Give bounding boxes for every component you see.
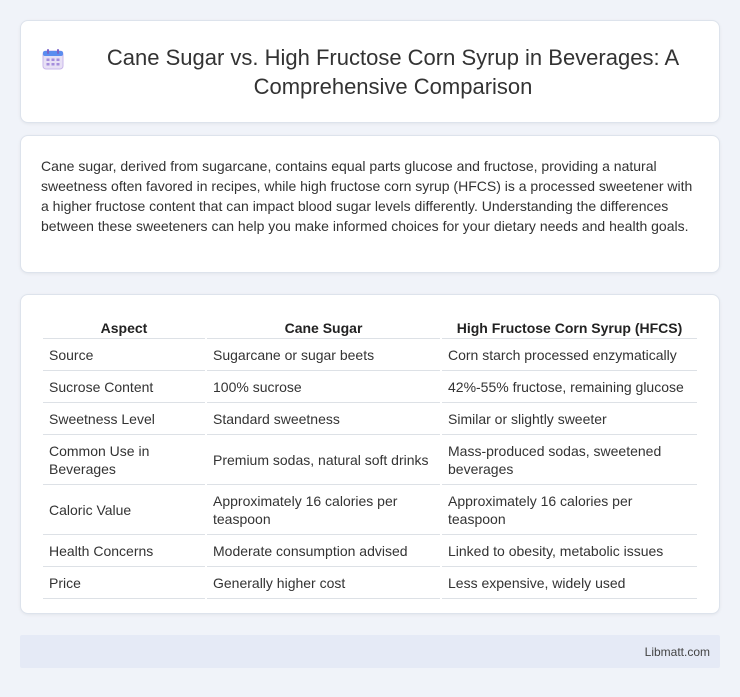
header-cane-sugar: Cane Sugar: [207, 317, 440, 339]
table-row: Health Concerns Moderate consumption adv…: [43, 535, 697, 567]
page-title: Cane Sugar vs. High Fructose Corn Syrup …: [106, 44, 680, 99]
row-cane-sugar: Premium sodas, natural soft drinks: [207, 435, 440, 485]
row-hfcs: Mass-produced sodas, sweetened beverages: [442, 435, 697, 485]
footer-brand[interactable]: Libmatt.com: [645, 645, 710, 659]
row-hfcs: Linked to obesity, metabolic issues: [442, 535, 697, 567]
row-hfcs: Less expensive, widely used: [442, 567, 697, 599]
table-row: Price Generally higher cost Less expensi…: [43, 567, 697, 599]
intro-paragraph: Cane sugar, derived from sugarcane, cont…: [41, 158, 693, 234]
table-row: Caloric Value Approximately 16 calories …: [43, 485, 697, 535]
calendar-icon: [41, 47, 65, 71]
table-row: Sweetness Level Standard sweetness Simil…: [43, 403, 697, 435]
row-cane-sugar: Approximately 16 calories per teaspoon: [207, 485, 440, 535]
title-card: Cane Sugar vs. High Fructose Corn Syrup …: [20, 20, 720, 123]
footer-bar: Libmatt.com: [20, 635, 720, 668]
row-cane-sugar: Sugarcane or sugar beets: [207, 339, 440, 371]
row-cane-sugar: Standard sweetness: [207, 403, 440, 435]
table-row: Common Use in Beverages Premium sodas, n…: [43, 435, 697, 485]
table-header-row: Aspect Cane Sugar High Fructose Corn Syr…: [43, 317, 697, 339]
intro-card: Cane sugar, derived from sugarcane, cont…: [20, 135, 720, 273]
comparison-table: Aspect Cane Sugar High Fructose Corn Syr…: [41, 317, 699, 599]
row-cane-sugar: Generally higher cost: [207, 567, 440, 599]
table-row: Sucrose Content 100% sucrose 42%-55% fru…: [43, 371, 697, 403]
row-aspect: Health Concerns: [43, 535, 205, 567]
row-hfcs: Corn starch processed enzymatically: [442, 339, 697, 371]
row-hfcs: Approximately 16 calories per teaspoon: [442, 485, 697, 535]
row-cane-sugar: 100% sucrose: [207, 371, 440, 403]
row-aspect: Caloric Value: [43, 485, 205, 535]
row-cane-sugar: Moderate consumption advised: [207, 535, 440, 567]
row-aspect: Common Use in Beverages: [43, 435, 205, 485]
row-aspect: Price: [43, 567, 205, 599]
row-aspect: Source: [43, 339, 205, 371]
title-row: Cane Sugar vs. High Fructose Corn Syrup …: [41, 43, 699, 101]
row-aspect: Sucrose Content: [43, 371, 205, 403]
header-hfcs: High Fructose Corn Syrup (HFCS): [442, 317, 697, 339]
comparison-card: Aspect Cane Sugar High Fructose Corn Syr…: [20, 294, 720, 614]
header-aspect: Aspect: [43, 317, 205, 339]
row-hfcs: Similar or slightly sweeter: [442, 403, 697, 435]
row-hfcs: 42%-55% fructose, remaining glucose: [442, 371, 697, 403]
table-row: Source Sugarcane or sugar beets Corn sta…: [43, 339, 697, 371]
row-aspect: Sweetness Level: [43, 403, 205, 435]
